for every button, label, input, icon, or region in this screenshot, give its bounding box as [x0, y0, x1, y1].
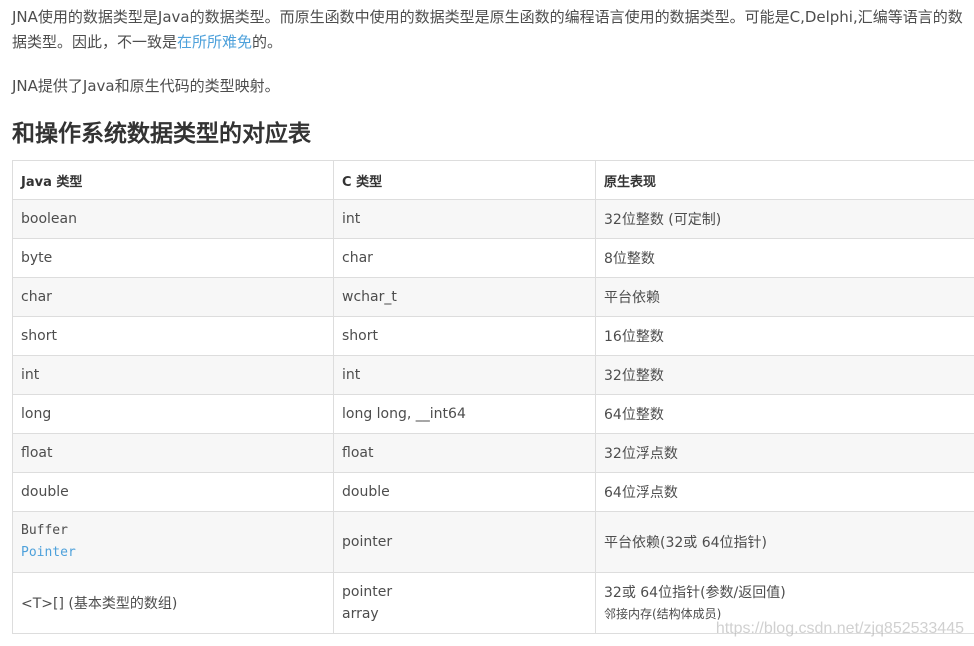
cell-native: 32位整数 (可定制) [595, 199, 974, 239]
cell-native: 32位整数 [595, 355, 974, 395]
table-row: byte char 8位整数 [12, 238, 974, 278]
table-row: float float 32位浮点数 [12, 433, 974, 473]
section-title: 和操作系统数据类型的对应表 [12, 121, 311, 147]
cell-java: boolean [12, 199, 334, 239]
cell-c: long long, __int64 [333, 394, 596, 434]
cell-native: 16位整数 [595, 316, 974, 356]
cell-native: 平台依赖 [595, 277, 974, 317]
mapping-paragraph: JNA提供了Java和原生代码的类型映射。 [12, 77, 280, 95]
cell-c: pointer array [333, 572, 596, 634]
cell-c: int [333, 199, 596, 239]
c-pointer: pointer [342, 584, 393, 600]
cell-java: byte [12, 238, 334, 278]
cell-native: 32位浮点数 [595, 433, 974, 473]
type-mapping-table: Java 类型 C 类型 原生表现 boolean int 32位整数 (可定制… [12, 160, 974, 634]
cell-c: float [333, 433, 596, 473]
table-row: double double 64位浮点数 [12, 472, 974, 512]
cell-java: char [12, 277, 334, 317]
table-row: short short 16位整数 [12, 316, 974, 356]
native-pointer: 32或 64位指针(参数/返回值) [604, 585, 786, 601]
table-row: boolean int 32位整数 (可定制) [12, 199, 974, 239]
cell-native: 64位整数 [595, 394, 974, 434]
cell-native: 平台依赖(32或 64位指针) [595, 511, 974, 573]
cell-java: short [12, 316, 334, 356]
article-body: JNA使用的数据类型是Java的数据类型。而原生函数中使用的数据类型是原生函数的… [12, 0, 974, 150]
cell-java: float [12, 433, 334, 473]
table-header-row: Java 类型 C 类型 原生表现 [12, 160, 974, 200]
table-row-buffer: Buffer Pointer pointer 平台依赖(32或 64位指针) [12, 511, 974, 573]
intro-link[interactable]: 在所所难免 [177, 33, 252, 51]
buffer-type: Buffer [21, 523, 68, 538]
watermark: https://blog.csdn.net/zjq852533445 [715, 620, 964, 637]
intro-paragraph: JNA使用的数据类型是Java的数据类型。而原生函数中使用的数据类型是原生函数的… [12, 5, 974, 55]
cell-native: 64位浮点数 [595, 472, 974, 512]
cell-c: int [333, 355, 596, 395]
header-native: 原生表现 [595, 160, 974, 200]
intro-text: JNA使用的数据类型是Java的数据类型。而原生函数中使用的数据类型是原生函数的… [12, 8, 963, 51]
cell-c: char [333, 238, 596, 278]
header-java-type: Java 类型 [12, 160, 334, 200]
cell-c: short [333, 316, 596, 356]
cell-java: <T>[] (基本类型的数组) [12, 572, 334, 634]
cell-java: int [12, 355, 334, 395]
header-c-type: C 类型 [333, 160, 596, 200]
intro-text-end: 的。 [252, 33, 283, 51]
table-row: int int 32位整数 [12, 355, 974, 395]
c-array: array [342, 606, 379, 622]
pointer-type-link[interactable]: Pointer [21, 542, 325, 564]
cell-java: Buffer Pointer [12, 511, 334, 573]
table-row: long long long, __int64 64位整数 [12, 394, 974, 434]
cell-java: long [12, 394, 334, 434]
cell-c: pointer [333, 511, 596, 573]
table-row: char wchar_t 平台依赖 [12, 277, 974, 317]
cell-java: double [12, 472, 334, 512]
cell-c: wchar_t [333, 277, 596, 317]
cell-c: double [333, 472, 596, 512]
cell-native: 8位整数 [595, 238, 974, 278]
